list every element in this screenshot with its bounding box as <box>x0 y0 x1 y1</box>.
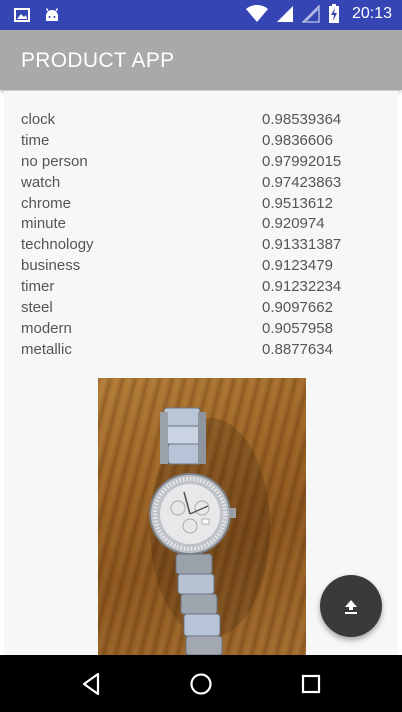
tag-label: steel <box>21 299 53 317</box>
main-content: clock 0.98539364 time 0.9836606 no perso… <box>4 91 398 655</box>
tag-score: 0.8877634 <box>262 340 333 358</box>
signal-icon <box>276 6 293 22</box>
tag-label: metallic <box>21 340 72 358</box>
list-item: watch 0.97423863 <box>21 174 381 195</box>
tag-label: time <box>21 131 50 149</box>
status-bar-notifications <box>14 7 60 23</box>
tag-list: clock 0.98539364 time 0.9836606 no perso… <box>21 111 381 362</box>
tag-label: technology <box>21 236 94 254</box>
tag-score: 0.9057958 <box>262 319 333 337</box>
tag-score: 0.91331387 <box>262 236 342 254</box>
tag-score: 0.920974 <box>262 215 325 233</box>
tag-label: modern <box>21 319 72 337</box>
recents-icon[interactable] <box>296 669 326 699</box>
tag-score: 0.9836606 <box>262 131 333 149</box>
tag-score: 0.98539364 <box>262 111 342 128</box>
status-bar: 20:13 <box>0 0 402 30</box>
list-item: modern 0.9057958 <box>21 320 381 341</box>
navigation-bar <box>0 655 402 712</box>
tag-label: chrome <box>21 194 72 212</box>
tag-score: 0.97992015 <box>262 152 342 170</box>
app-bar: PRODUCT APP <box>0 30 402 90</box>
list-item: timer 0.91232234 <box>21 278 381 299</box>
signal-empty-icon <box>301 5 320 23</box>
upload-button[interactable] <box>320 575 382 637</box>
list-item: technology 0.91331387 <box>21 236 381 257</box>
list-item: metallic 0.8877634 <box>21 341 381 362</box>
tag-label: no person <box>21 152 88 170</box>
watch-image <box>149 407 270 655</box>
wifi-icon <box>245 5 268 22</box>
image-icon <box>14 8 30 22</box>
status-bar-system: 20:13 <box>245 4 392 24</box>
list-item: time 0.9836606 <box>21 132 381 153</box>
upload-icon <box>345 600 357 614</box>
tag-label: business <box>21 257 81 275</box>
tag-score: 0.97423863 <box>262 173 342 191</box>
list-item: clock 0.98539364 <box>21 111 381 132</box>
tag-score: 0.9097662 <box>262 299 333 317</box>
list-item: business 0.9123479 <box>21 257 381 278</box>
page-title: PRODUCT APP <box>21 49 175 72</box>
tag-score: 0.9123479 <box>262 257 333 275</box>
tag-score: 0.9513612 <box>262 194 333 212</box>
home-icon[interactable] <box>186 669 216 699</box>
tag-label: minute <box>21 215 67 233</box>
tag-label: timer <box>21 278 55 296</box>
list-item: steel 0.9097662 <box>21 299 381 320</box>
battery-charging-icon <box>328 4 339 23</box>
tag-score: 0.91232234 <box>262 278 342 296</box>
list-item: minute 0.920974 <box>21 215 381 236</box>
list-item: chrome 0.9513612 <box>21 195 381 216</box>
tag-label: clock <box>21 111 56 128</box>
list-item: no person 0.97992015 <box>21 153 381 174</box>
tag-label: watch <box>21 173 61 191</box>
android-icon <box>45 8 59 21</box>
status-time: 20:13 <box>351 5 392 22</box>
back-icon[interactable] <box>77 669 107 699</box>
product-photo <box>98 378 306 655</box>
